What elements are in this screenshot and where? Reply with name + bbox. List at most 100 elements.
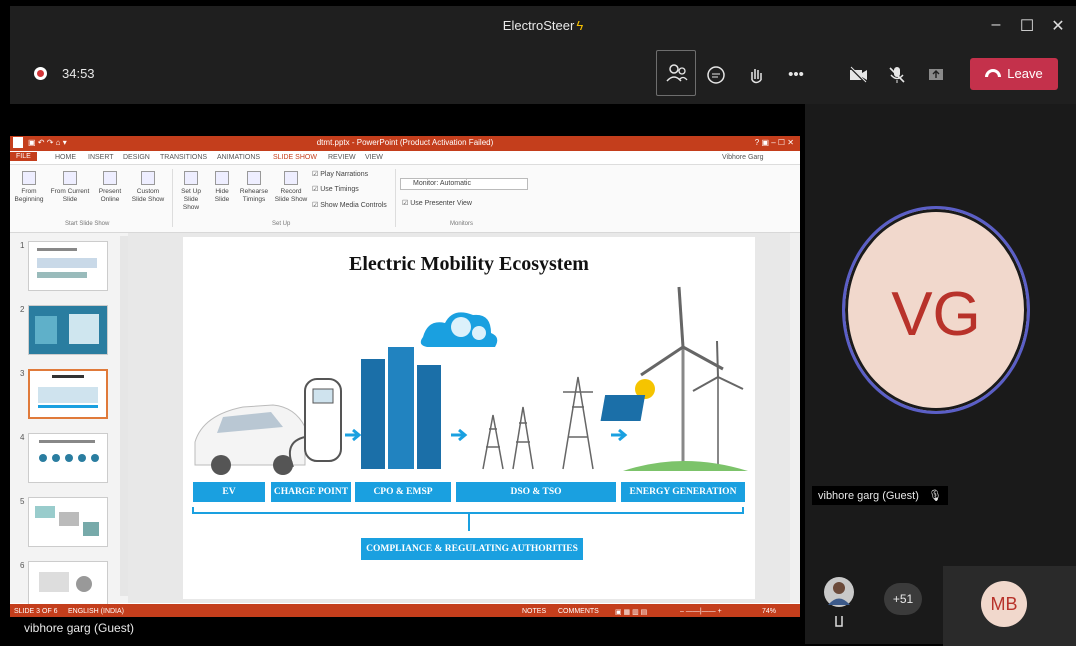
- tab-transitions[interactable]: TRANSITIONS: [160, 154, 207, 161]
- minimize-icon[interactable]: –: [986, 16, 1006, 34]
- participant-photo-tile[interactable]: [815, 570, 863, 642]
- mic-icon: 🎙: [927, 490, 942, 502]
- tab-review[interactable]: REVIEW: [328, 154, 356, 161]
- presenter-view-checkbox[interactable]: Use Presenter View: [402, 199, 472, 207]
- slide-thumbnail-4[interactable]: [28, 433, 108, 483]
- electric-car-illustration: [194, 404, 306, 475]
- participant-name-label: vibhore garg (Guest) 🎙: [812, 486, 948, 505]
- zoom-slider[interactable]: – ——|—— +: [680, 608, 722, 615]
- mic-off-icon[interactable]: [884, 64, 910, 86]
- camera-off-icon[interactable]: [845, 64, 871, 86]
- record-label: Record Slide Show: [274, 188, 308, 203]
- record-button[interactable]: Record Slide Show: [273, 171, 309, 204]
- category-charge-point: CHARGE POINT: [271, 482, 351, 502]
- notes-button[interactable]: NOTES: [522, 608, 546, 615]
- participant-avatar-vg: VG: [842, 206, 1030, 414]
- ppt-ribbon-tabs: FILE HOME INSERT DESIGN TRANSITIONS ANIM…: [10, 151, 800, 165]
- thumb-number: 1: [20, 241, 25, 250]
- thumbnails-scrollbar[interactable]: [120, 236, 128, 596]
- current-slide: Electric Mobility Ecosystem EV CHARGE PO…: [183, 237, 755, 599]
- slideshow-icon: [63, 171, 77, 185]
- ribbon-separator: [172, 169, 173, 227]
- people-button[interactable]: [656, 50, 696, 96]
- thumb-number: 5: [20, 497, 25, 506]
- hang-up-icon: [985, 69, 1002, 77]
- slide-thumbnail-5[interactable]: [28, 497, 108, 547]
- hide-slide-label: Hide Slide: [214, 188, 230, 203]
- ppt-title: dtmt.pptx - PowerPoint (Product Activati…: [316, 138, 494, 147]
- thumb-number: 4: [20, 433, 25, 442]
- overflow-participants-badge[interactable]: +51: [884, 583, 922, 615]
- slide-thumbnail-2[interactable]: [28, 305, 108, 355]
- hide-slide-button[interactable]: Hide Slide: [210, 171, 234, 204]
- tab-animations[interactable]: ANIMATIONS: [217, 154, 260, 161]
- maximize-icon[interactable]: ☐: [1017, 16, 1037, 36]
- tab-file[interactable]: FILE: [10, 152, 37, 161]
- slide-thumbnail-3[interactable]: [28, 369, 108, 419]
- title-bar: ElectroSteer ϟ – ☐ ✕: [10, 6, 1076, 46]
- avatar-initials: VG: [891, 280, 981, 349]
- rehearse-icon: [247, 171, 261, 185]
- people-icon: [666, 64, 688, 82]
- set-up-label: Set Up Slide Show: [181, 188, 201, 211]
- recording-icon: [34, 67, 47, 80]
- share-icon[interactable]: [923, 64, 949, 86]
- group-monitors: Monitors: [450, 221, 474, 227]
- custom-show-icon: [141, 171, 155, 185]
- thumb-number: 3: [20, 369, 25, 378]
- close-icon[interactable]: ✕: [1048, 16, 1068, 36]
- use-timings-checkbox[interactable]: Use Timings: [312, 185, 359, 193]
- ppt-window-controls: ? ▣ – ☐ ✕: [754, 138, 794, 147]
- slide-title: Electric Mobility Ecosystem: [349, 253, 589, 275]
- tab-view[interactable]: VIEW: [365, 154, 383, 161]
- compliance-box: COMPLIANCE & REGULATING AUTHORITIES: [361, 538, 583, 560]
- raise-hand-icon[interactable]: [743, 64, 769, 86]
- rehearse-label: Rehearse Timings: [239, 188, 269, 203]
- monitor-select[interactable]: Monitor: Automatic: [400, 178, 528, 190]
- from-current-label: From Current Slide: [50, 188, 90, 203]
- participant-name: vibhore garg (Guest): [818, 490, 919, 502]
- category-ev: EV: [193, 482, 265, 502]
- comments-button[interactable]: COMMENTS: [558, 608, 599, 615]
- set-up-button[interactable]: Set Up Slide Show: [176, 171, 206, 212]
- present-online-icon: [103, 171, 117, 185]
- window-title: ElectroSteer ϟ: [10, 18, 1076, 33]
- data-center-illustration: [361, 312, 498, 469]
- slide-thumbnails-pane: 1 2 3 4 5 6: [10, 233, 128, 611]
- bolt-icon: ϟ: [576, 18, 584, 33]
- tab-design[interactable]: DESIGN: [123, 154, 150, 161]
- category-cpo-emsp: CPO & EMSP: [355, 482, 451, 502]
- ppt-ribbon: From Beginning From Current Slide Presen…: [10, 165, 800, 233]
- leave-button[interactable]: Leave: [970, 58, 1058, 90]
- slide-thumbnail-1[interactable]: [28, 241, 108, 291]
- more-icon[interactable]: •••: [783, 64, 809, 86]
- tab-slide-show[interactable]: SLIDE SHOW: [273, 154, 317, 161]
- group-start-slide-show: Start Slide Show: [65, 221, 110, 227]
- presenter-name-label: vibhore garg (Guest): [10, 617, 805, 641]
- thumb-number: 2: [20, 305, 25, 314]
- slide-scrollbar[interactable]: [790, 233, 800, 603]
- tab-home[interactable]: HOME: [55, 154, 76, 161]
- setup-icon: [184, 171, 198, 185]
- group-set-up: Set Up: [272, 221, 291, 227]
- slide-editing-area: Electric Mobility Ecosystem EV CHARGE PO…: [128, 233, 790, 603]
- meeting-timer: 34:53: [62, 66, 95, 81]
- rehearse-button[interactable]: Rehearse Timings: [238, 171, 270, 204]
- participant-avatar-mb: MB: [981, 581, 1027, 627]
- custom-show-button[interactable]: Custom Slide Show: [130, 171, 166, 204]
- app-title: ElectroSteer: [502, 18, 575, 33]
- chat-icon[interactable]: [703, 64, 729, 86]
- hide-slide-icon: [215, 171, 229, 185]
- meeting-toolbar: 34:53 ••• Leave: [10, 46, 1076, 104]
- from-beginning-button[interactable]: From Beginning: [14, 171, 44, 204]
- show-media-controls-checkbox[interactable]: Show Media Controls: [312, 201, 387, 209]
- user-account[interactable]: Vibhore Garg: [722, 154, 764, 161]
- from-current-button[interactable]: From Current Slide: [50, 171, 90, 204]
- slide-count: SLIDE 3 OF 6: [14, 608, 58, 615]
- play-narrations-checkbox[interactable]: Play Narrations: [312, 170, 368, 178]
- view-buttons-icon[interactable]: ▣ ▦ ▥ ▤: [615, 608, 647, 616]
- thumb-number: 6: [20, 561, 25, 570]
- custom-show-label: Custom Slide Show: [131, 188, 165, 203]
- present-online-button[interactable]: Present Online: [95, 171, 125, 204]
- tab-insert[interactable]: INSERT: [88, 154, 114, 161]
